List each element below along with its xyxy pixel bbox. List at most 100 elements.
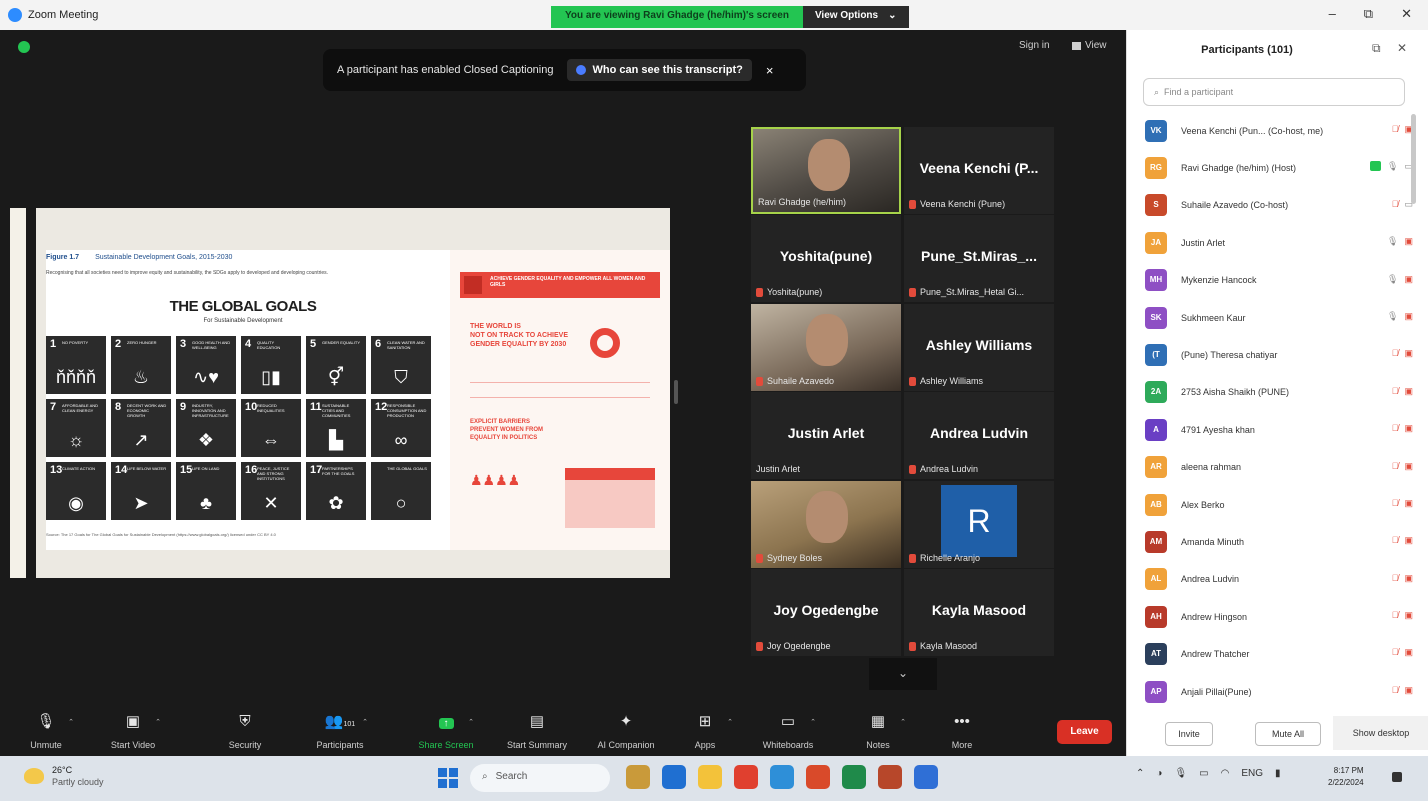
mic-off-icon[interactable]: 🎙̸ <box>1392 685 1399 696</box>
video-off-icon[interactable]: ▣ <box>1404 610 1413 621</box>
mic-off-icon[interactable]: 🎙̸ <box>1392 386 1399 397</box>
chevron-up-icon[interactable]: ⌃ <box>68 718 74 726</box>
taskbar-app-icon[interactable] <box>662 765 686 789</box>
participant-row[interactable]: (T (Pune) Theresa chatiyar 🎙̸ ▣ <box>1145 336 1413 373</box>
participant-video-tile[interactable]: R Richelle Aranjo <box>904 481 1054 568</box>
participant-video-tile[interactable]: Joy Ogedengbe Joy Ogedengbe <box>751 569 901 656</box>
invite-button[interactable]: Invite <box>1165 722 1213 746</box>
chevron-up-icon[interactable]: ⌃ <box>468 718 474 726</box>
chevron-up-icon[interactable]: ⌃ <box>1136 768 1144 779</box>
participant-row[interactable]: JA Justin Arlet 🎙 ▣ <box>1145 224 1413 261</box>
participant-row[interactable]: AR aleena rahman 🎙̸ ▣ <box>1145 449 1413 486</box>
participant-video-tile[interactable]: Sydney Boles <box>751 481 901 568</box>
participant-row[interactable]: AL Andrea Ludvin 🎙̸ ▣ <box>1145 561 1413 598</box>
maximize-button[interactable]: ⧉ <box>1364 6 1373 22</box>
video-off-icon[interactable]: ▣ <box>1404 274 1413 285</box>
mic-off-icon[interactable]: 🎙̸ <box>1392 423 1399 434</box>
participant-video-tile[interactable]: Suhaile Azavedo <box>751 304 901 391</box>
participant-video-tile[interactable]: Kayla Masood Kayla Masood <box>904 569 1054 656</box>
taskbar-app-icon[interactable] <box>698 765 722 789</box>
video-off-icon[interactable]: ▣ <box>1404 535 1413 546</box>
participant-row[interactable]: VK Veena Kenchi (Pun... (Co-host, me) 🎙̸ ▣ <box>1145 112 1413 149</box>
who-can-see-transcript-button[interactable]: Who can see this transcript? <box>567 59 752 81</box>
taskbar-app-icon[interactable] <box>770 765 794 789</box>
view-options-button[interactable]: View Options ⌄ <box>802 6 909 28</box>
video-off-icon[interactable]: ▣ <box>1404 498 1413 509</box>
unmute-button[interactable]: 🎙 ⌃ Unmute <box>6 712 86 750</box>
language-indicator[interactable]: ENG <box>1241 768 1263 779</box>
apps-button[interactable]: ⊞ ⌃ Apps <box>665 712 745 750</box>
video-off-icon[interactable]: ▣ <box>1404 348 1413 359</box>
tray-app-icon[interactable]: ◑ <box>1156 768 1162 779</box>
mic-off-icon[interactable]: 🎙̸ <box>1392 535 1399 546</box>
mic-off-icon[interactable]: 🎙̸ <box>1392 124 1399 135</box>
participants-button[interactable]: 👥101 ⌃ Participants <box>300 712 380 750</box>
participant-video-tile[interactable]: Andrea Ludvin Andrea Ludvin <box>904 392 1054 479</box>
microphone-icon[interactable]: 🎙 <box>1174 768 1187 779</box>
taskbar-search-box[interactable]: ⌕ Search <box>470 764 610 792</box>
participant-row[interactable]: SK Sukhmeen Kaur 🎙 ▣ <box>1145 299 1413 336</box>
video-off-icon[interactable]: ▣ <box>1404 461 1413 472</box>
video-off-icon[interactable]: ▣ <box>1404 236 1413 247</box>
video-off-icon[interactable]: ▣ <box>1404 685 1413 696</box>
minimize-button[interactable]: – <box>1329 6 1336 22</box>
video-off-icon[interactable]: ▣ <box>1404 573 1413 584</box>
participant-video-tile[interactable]: Ravi Ghadge (he/him) <box>751 127 901 214</box>
participant-video-tile[interactable]: Veena Kenchi (P... Veena Kenchi (Pune) <box>904 127 1054 214</box>
participant-row[interactable]: A 4791 Ayesha khan 🎙̸ ▣ <box>1145 411 1413 448</box>
mic-icon[interactable]: 🎙 <box>1387 236 1398 247</box>
mic-off-icon[interactable]: 🎙̸ <box>1392 610 1399 621</box>
share-screen-button[interactable]: ↑ ⌃ Share Screen <box>406 712 486 750</box>
view-button[interactable]: View <box>1072 40 1107 51</box>
start-video-button[interactable]: ▣ ⌃ Start Video <box>93 712 173 750</box>
close-icon[interactable]: ✕ <box>1397 41 1407 55</box>
participant-video-tile[interactable]: Ashley Williams Ashley Williams <box>904 304 1054 391</box>
splitter-handle[interactable] <box>674 380 678 404</box>
participant-row[interactable]: MH Mykenzie Hancock 🎙 ▣ <box>1145 262 1413 299</box>
windows-start-icon[interactable] <box>438 768 458 788</box>
sign-in-link[interactable]: Sign in <box>1019 40 1050 51</box>
security-button[interactable]: ⛨ Security <box>205 712 285 750</box>
notes-button[interactable]: ▦ ⌃ Notes <box>838 712 918 750</box>
mic-off-icon[interactable]: 🎙̸ <box>1392 498 1399 509</box>
ai-companion-button[interactable]: ✦ AI Companion <box>586 712 666 750</box>
weather-widget[interactable]: 26°C Partly cloudy <box>24 764 104 788</box>
wifi-icon[interactable]: ◠ <box>1221 768 1230 779</box>
chevron-up-icon[interactable]: ⌃ <box>362 718 368 726</box>
mic-off-icon[interactable]: 🎙̸ <box>1392 647 1399 658</box>
chevron-up-icon[interactable]: ⌃ <box>900 718 906 726</box>
participant-row[interactable]: RG Ravi Ghadge (he/him) (Host) 🎙 ▭ <box>1145 149 1413 186</box>
participant-row[interactable]: AH Andrew Hingson 🎙̸ ▣ <box>1145 598 1413 635</box>
participant-row[interactable]: S Suhaile Azavedo (Co-host) 🎙̸ ▭ <box>1145 187 1413 224</box>
whiteboards-button[interactable]: ▭ ⌃ Whiteboards <box>748 712 828 750</box>
mic-icon[interactable]: 🎙 <box>1387 274 1398 285</box>
mic-off-icon[interactable]: 🎙̸ <box>1392 573 1399 584</box>
video-off-icon[interactable]: ▣ <box>1404 386 1413 397</box>
participant-row[interactable]: 2A 2753 Aisha Shaikh (PUNE) 🎙̸ ▣ <box>1145 374 1413 411</box>
participant-video-tile[interactable]: Yoshita(pune) Yoshita(pune) <box>751 215 901 302</box>
chevron-up-icon[interactable]: ⌃ <box>155 718 161 726</box>
close-notification-button[interactable]: × <box>766 63 774 78</box>
close-button[interactable]: ✕ <box>1401 6 1412 22</box>
participant-video-tile[interactable]: Pune_St.Miras_... Pune_St.Miras_Hetal Gi.… <box>904 215 1054 302</box>
gallery-scroll-down-button[interactable]: ⌄ <box>869 658 937 690</box>
video-off-icon[interactable]: ▣ <box>1404 647 1413 658</box>
clock[interactable]: 8:17 PM 2/22/2024 <box>1328 765 1364 789</box>
mic-off-icon[interactable]: 🎙̸ <box>1392 199 1399 210</box>
video-off-icon[interactable]: ▣ <box>1404 423 1413 434</box>
participant-row[interactable]: AT Andrew Thatcher 🎙̸ ▣ <box>1145 635 1413 672</box>
taskbar-app-icon[interactable] <box>626 765 650 789</box>
mic-icon[interactable]: 🎙 <box>1387 311 1398 322</box>
participant-search-input[interactable]: ⌕ Find a participant <box>1143 78 1405 106</box>
chevron-up-icon[interactable]: ⌃ <box>810 718 816 726</box>
taskbar-app-icon[interactable] <box>842 765 866 789</box>
taskbar-app-icon[interactable] <box>734 765 758 789</box>
participant-row[interactable]: AB Alex Berko 🎙̸ ▣ <box>1145 486 1413 523</box>
notification-icon[interactable] <box>1392 772 1402 782</box>
more-button[interactable]: ••• More <box>922 712 1002 750</box>
taskbar-app-icon[interactable] <box>878 765 902 789</box>
participant-list-scrollbar[interactable] <box>1411 114 1416 204</box>
participant-row[interactable]: AP Anjali Pillai(Pune) 🎙̸ ▣ <box>1145 673 1413 710</box>
participant-video-tile[interactable]: Justin Arlet Justin Arlet <box>751 392 901 479</box>
battery-icon[interactable]: ▮ <box>1275 768 1281 779</box>
